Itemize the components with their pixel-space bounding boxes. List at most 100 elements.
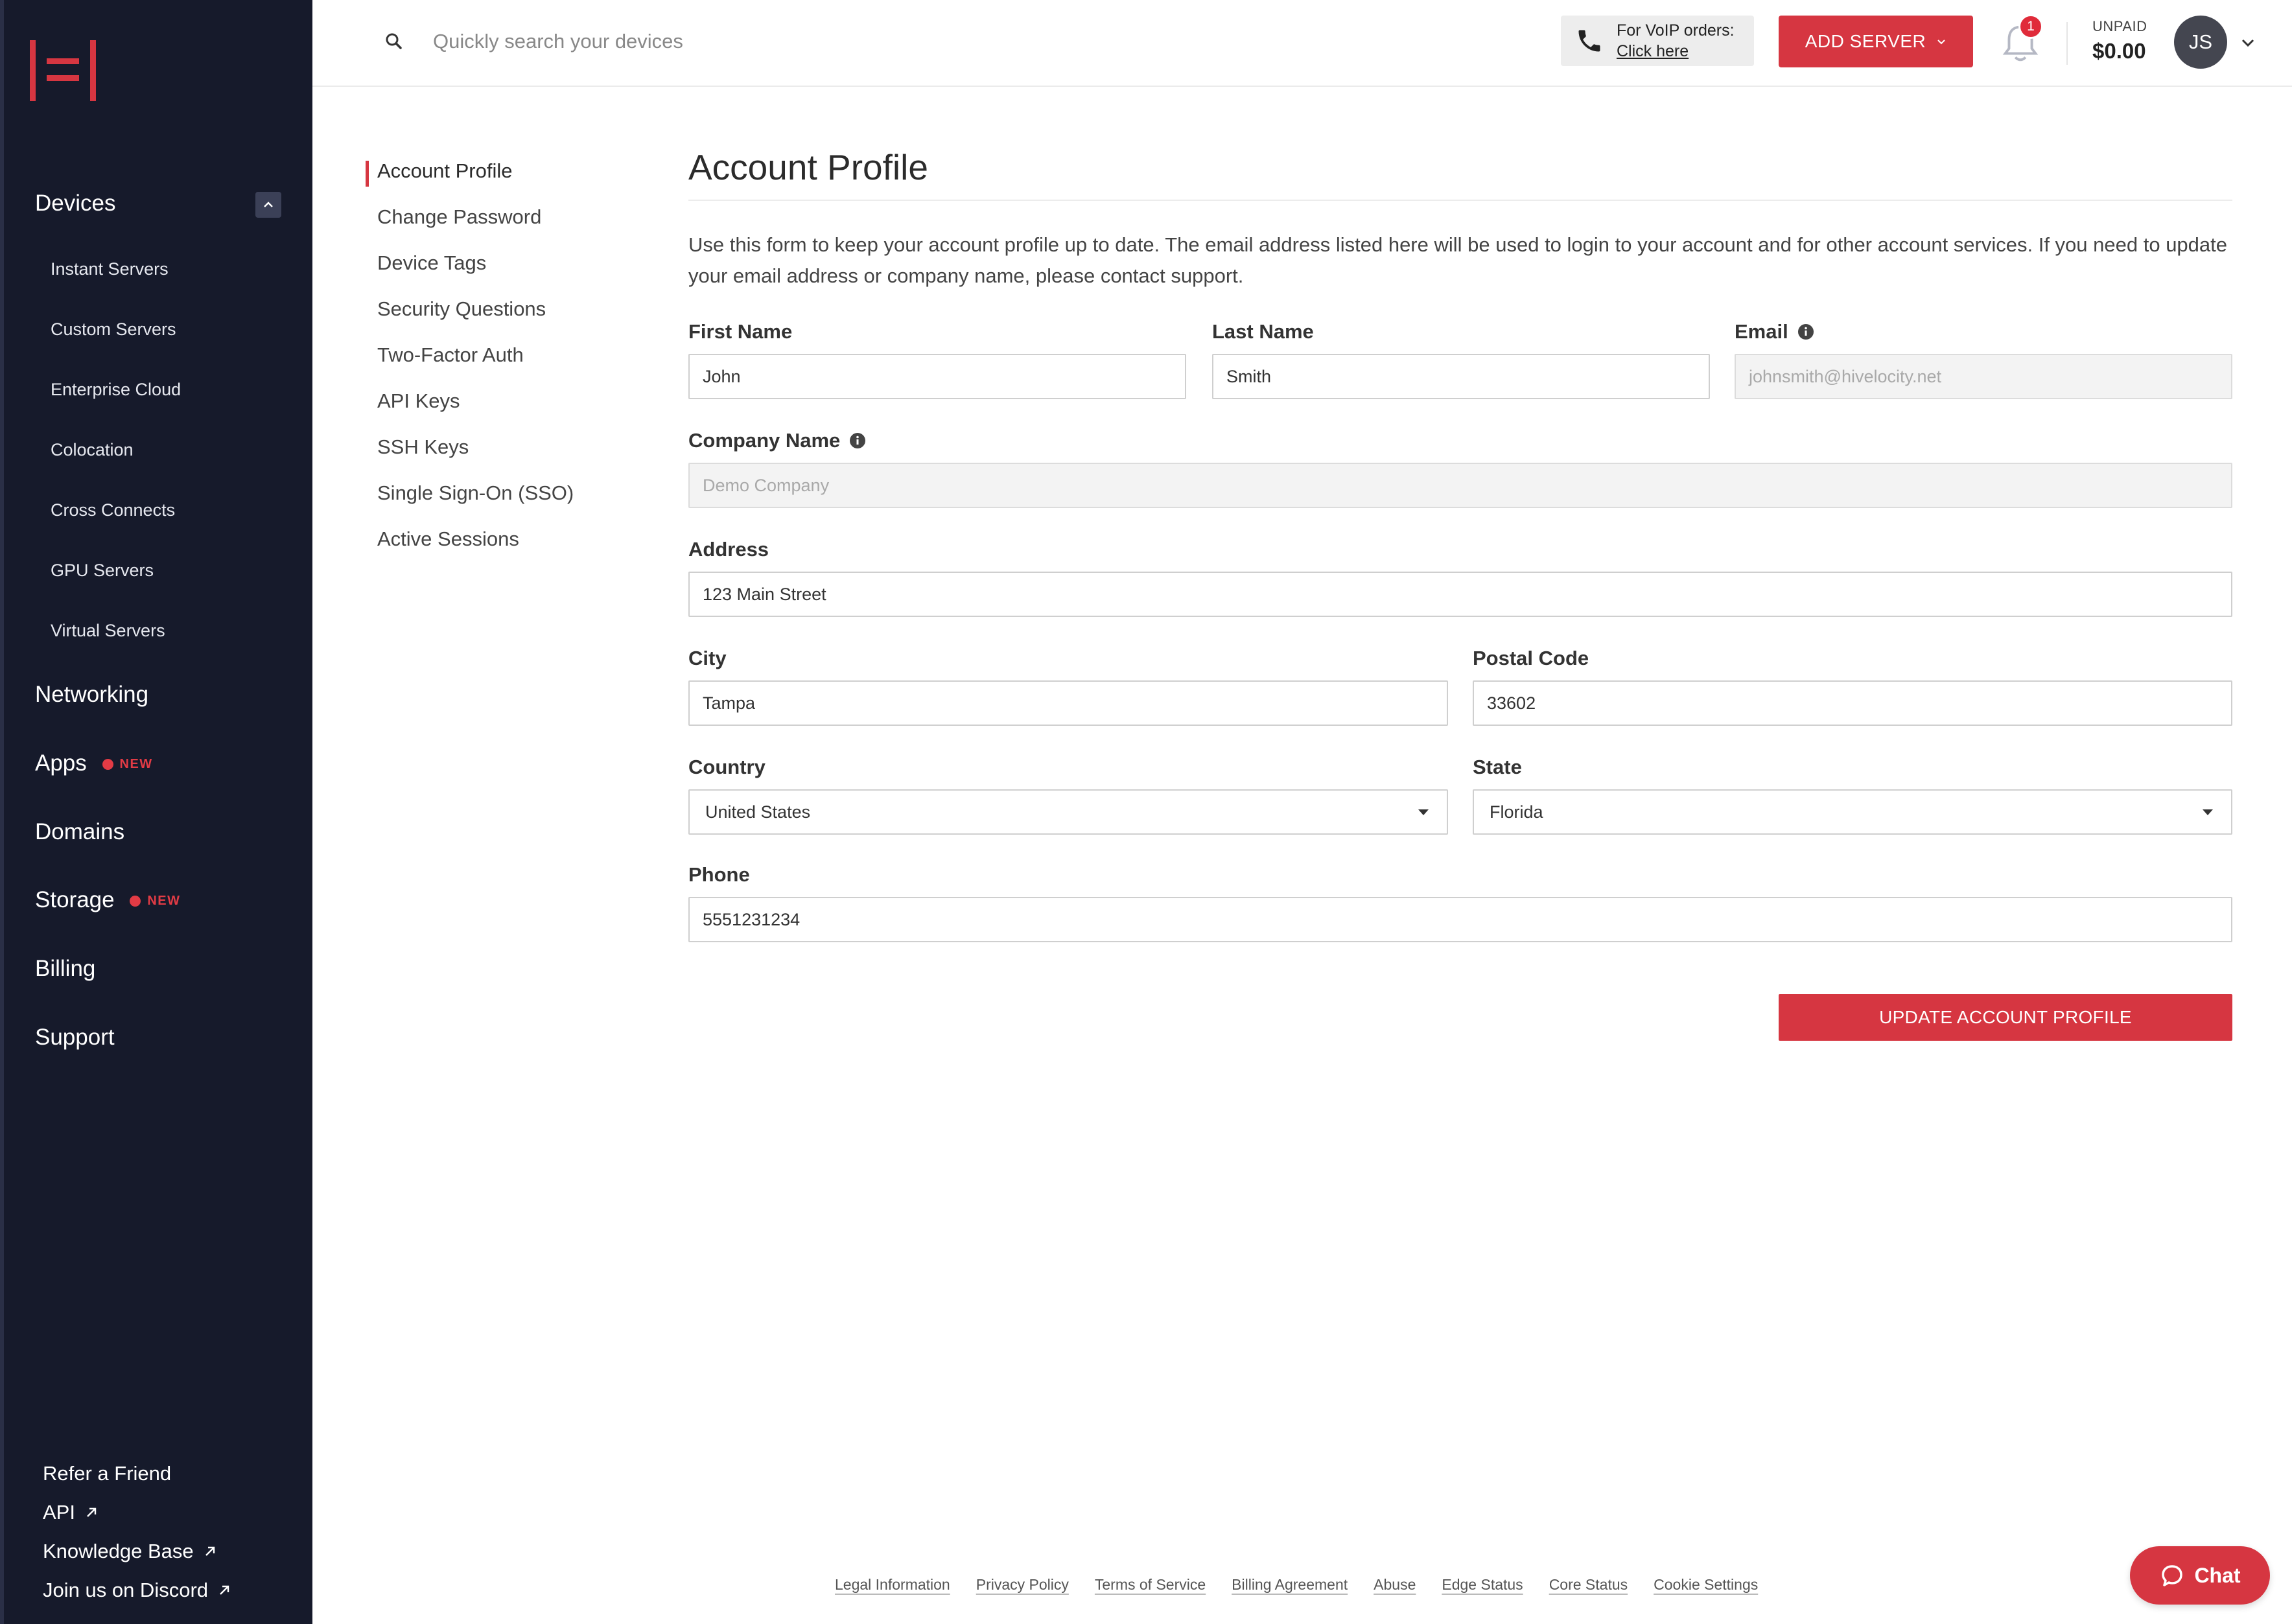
search-icon (386, 33, 402, 49)
country-select[interactable]: United States (688, 789, 1448, 835)
voip-orders-box[interactable]: For VoIP orders: Click here (1561, 16, 1754, 66)
knowledge-base-label: Knowledge Base (43, 1540, 194, 1562)
country-label-text: Country (688, 756, 766, 778)
last-name-label-text: Last Name (1212, 320, 1314, 343)
unpaid-value[interactable]: $0.00 (2092, 39, 2146, 64)
external-link-icon (220, 1585, 229, 1595)
postal-code-label: Postal Code (1473, 647, 1589, 670)
page-title: Account Profile (688, 147, 928, 187)
footer-legal-information[interactable]: Legal Information (835, 1576, 950, 1594)
nav-devices-label: Devices (35, 191, 116, 216)
chat-button[interactable]: Chat (2130, 1546, 2270, 1605)
subnav-change-password[interactable]: Change Password (377, 205, 541, 229)
nav-networking[interactable]: Networking (35, 682, 148, 708)
form-description: Use this form to keep your account profi… (688, 233, 2228, 287)
search-input[interactable] (433, 26, 887, 57)
nav-domains-label: Domains (35, 819, 125, 844)
address-label-text: Address (688, 538, 769, 561)
postal-code-label-text: Postal Code (1473, 647, 1589, 669)
address-input[interactable]: 123 Main Street (688, 572, 2232, 617)
nav-billing[interactable]: Billing (35, 956, 95, 982)
city-input[interactable]: Tampa (688, 680, 1448, 726)
dot-icon (102, 759, 113, 771)
unpaid-label: UNPAID (2092, 18, 2147, 34)
city-label-text: City (688, 647, 727, 669)
refer-a-friend-link[interactable]: Refer a Friend (43, 1462, 171, 1485)
dot-icon (130, 896, 141, 907)
subnav-account-profile[interactable]: Account Profile (377, 159, 513, 183)
external-link-icon (87, 1507, 97, 1517)
footer-abuse[interactable]: Abuse (1374, 1576, 1416, 1594)
nav-colocation[interactable]: Colocation (51, 440, 134, 460)
nav-storage[interactable]: Storage NEW (35, 887, 181, 913)
nav-devices[interactable]: Devices (35, 191, 115, 216)
api-link[interactable]: API (43, 1501, 99, 1524)
first-name-input[interactable]: John (688, 354, 1186, 399)
chevron-down-icon (1937, 40, 1945, 45)
postal-code-input[interactable]: 33602 (1473, 680, 2232, 726)
update-account-profile-button[interactable]: UPDATE ACCOUNT PROFILE (1779, 994, 2232, 1041)
refer-a-friend-label: Refer a Friend (43, 1462, 172, 1485)
subnav-security-questions[interactable]: Security Questions (377, 297, 546, 321)
new-badge: NEW (130, 894, 180, 909)
nav-virtual-servers[interactable]: Virtual Servers (51, 621, 165, 641)
voip-title: For VoIP orders: (1617, 21, 1735, 40)
email-label: Email (1735, 320, 1814, 343)
nav-apps[interactable]: Apps NEW (35, 750, 153, 776)
nav-networking-label: Networking (35, 682, 149, 707)
discord-link[interactable]: Join us on Discord (43, 1579, 231, 1602)
nav-support[interactable]: Support (35, 1025, 115, 1050)
nav-domains[interactable]: Domains (35, 819, 124, 845)
info-icon[interactable] (1797, 323, 1814, 340)
nav-instant-servers[interactable]: Instant Servers (51, 259, 169, 279)
caret-down-icon (1418, 809, 1429, 815)
info-icon[interactable] (849, 432, 866, 449)
email-label-text: Email (1735, 320, 1788, 343)
address-label: Address (688, 538, 769, 561)
add-server-label: ADD SERVER (1805, 31, 1926, 51)
state-label-text: State (1473, 756, 1522, 778)
subnav-sso[interactable]: Single Sign-On (SSO) (377, 481, 574, 505)
chat-label: Chat (2194, 1563, 2241, 1587)
subnav-two-factor-auth[interactable]: Two-Factor Auth (377, 343, 524, 367)
last-name-label: Last Name (1212, 320, 1314, 343)
footer-cookie-settings[interactable]: Cookie Settings (1654, 1576, 1758, 1594)
footer-terms-of-service[interactable]: Terms of Service (1095, 1576, 1206, 1594)
knowledge-base-link[interactable]: Knowledge Base (43, 1540, 217, 1563)
city-label: City (688, 647, 727, 670)
footer-privacy-policy[interactable]: Privacy Policy (976, 1576, 1069, 1594)
discord-label: Join us on Discord (43, 1579, 209, 1601)
hivelocity-logo[interactable] (27, 36, 99, 104)
add-server-button[interactable]: ADD SERVER (1779, 16, 1973, 67)
topbar: For VoIP orders: Click here ADD SERVER 1… (312, 0, 2292, 87)
chevron-down-icon[interactable] (2239, 34, 2257, 52)
first-name-label-text: First Name (688, 320, 793, 343)
nav-gpu-servers[interactable]: GPU Servers (51, 561, 154, 581)
subnav-ssh-keys[interactable]: SSH Keys (377, 435, 469, 459)
title-divider (688, 200, 2232, 201)
nav-enterprise-cloud[interactable]: Enterprise Cloud (51, 380, 181, 400)
footer-edge-status[interactable]: Edge Status (1442, 1576, 1523, 1594)
new-badge: NEW (102, 757, 153, 772)
nav-custom-servers[interactable]: Custom Servers (51, 319, 176, 340)
subnav-active-sessions[interactable]: Active Sessions (377, 528, 519, 551)
devices-collapse-button[interactable] (255, 192, 281, 218)
notification-badge: 1 (2018, 14, 2043, 39)
state-select[interactable]: Florida (1473, 789, 2232, 835)
nav-cross-connects[interactable]: Cross Connects (51, 500, 175, 520)
footer-billing-agreement[interactable]: Billing Agreement (1232, 1576, 1348, 1594)
phone-label: Phone (688, 863, 750, 887)
avatar[interactable]: JS (2174, 16, 2227, 69)
subnav-api-keys[interactable]: API Keys (377, 389, 460, 413)
sidebar: Devices Instant Servers Custom Servers E… (0, 0, 312, 1624)
nav-apps-label: Apps (35, 750, 87, 776)
phone-input[interactable]: 5551231234 (688, 897, 2232, 942)
last-name-input[interactable]: Smith (1212, 354, 1710, 399)
nav-storage-label: Storage (35, 887, 115, 912)
country-value: United States (705, 802, 811, 822)
external-link-icon (205, 1546, 215, 1556)
footer-core-status[interactable]: Core Status (1549, 1576, 1628, 1594)
subnav-device-tags[interactable]: Device Tags (377, 251, 486, 275)
voip-text: For VoIP orders: Click here (1617, 20, 1735, 62)
voip-click-here-link[interactable]: Click here (1617, 41, 1735, 62)
